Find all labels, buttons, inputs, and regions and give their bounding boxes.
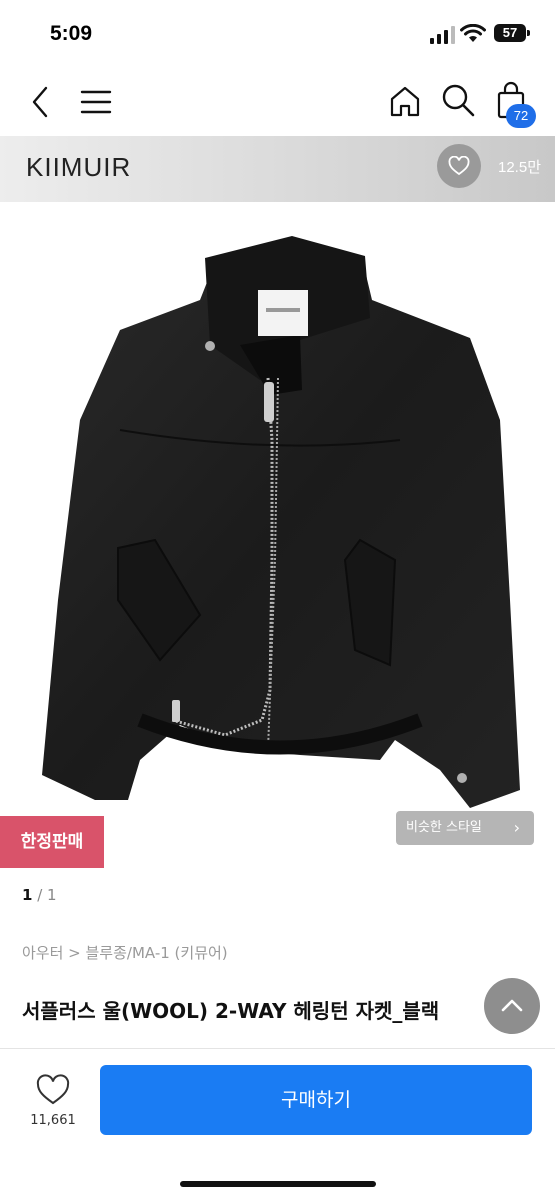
wifi-icon <box>460 24 486 42</box>
chevron-left-icon[interactable] <box>26 84 54 120</box>
cart-count-badge: 72 <box>506 104 536 128</box>
category-breadcrumb[interactable]: 아우터 > 블루종/MA-1 (키뮤어) <box>22 942 228 963</box>
search-icon[interactable] <box>440 82 476 118</box>
similar-style-label: 비슷한 스타일 <box>406 820 482 835</box>
pager-current: 1 <box>22 886 33 904</box>
home-icon[interactable] <box>388 84 422 118</box>
wishlist-count: 11,661 <box>30 1113 76 1128</box>
cellular-signal-icon <box>430 26 455 44</box>
hamburger-menu-icon[interactable] <box>80 88 112 116</box>
chevron-up-icon <box>501 999 523 1012</box>
heart-icon <box>448 156 470 176</box>
pager-total: / 1 <box>32 886 57 904</box>
heart-icon <box>36 1074 70 1105</box>
image-pager: 1 / 1 <box>22 886 57 904</box>
top-nav-bar <box>0 70 555 136</box>
brand-like-count: 12.5만 <box>498 159 541 176</box>
product-image[interactable] <box>0 202 555 870</box>
brand-like-button[interactable] <box>437 144 481 188</box>
status-bar: 5:09 57 <box>0 0 555 70</box>
buy-button[interactable]: 구매하기 <box>100 1065 532 1135</box>
home-indicator[interactable] <box>180 1181 376 1187</box>
scroll-to-top-button[interactable] <box>484 978 540 1034</box>
wishlist-button[interactable]: 11,661 <box>26 1073 80 1133</box>
similar-style-button[interactable]: 비슷한 스타일 › <box>396 811 534 845</box>
brand-bar[interactable]: KIIMUIR 12.5만 <box>0 136 555 202</box>
bottom-action-bar: 11,661 구매하기 <box>0 1048 555 1200</box>
limited-sale-badge: 한정판매 <box>0 816 104 868</box>
product-title: 서플러스 울(WOOL) 2-WAY 헤링턴 자켓_블랙 <box>22 999 440 1023</box>
battery-indicator: 57 <box>494 24 530 42</box>
status-time: 5:09 <box>50 22 93 45</box>
brand-name[interactable]: KIIMUIR <box>26 152 131 183</box>
jacket-image <box>42 236 520 808</box>
chevron-right-icon: › <box>513 818 520 837</box>
battery-level: 57 <box>502 25 518 40</box>
